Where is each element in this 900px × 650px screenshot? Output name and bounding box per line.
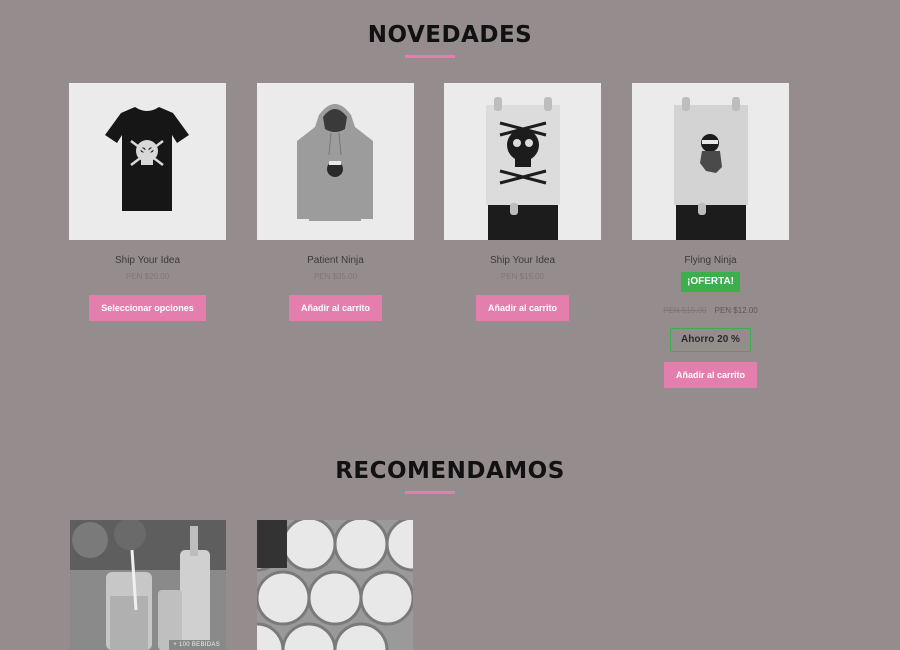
- product-card: Flying Ninja ¡OFERTA! PEN $15.00 PEN $12…: [632, 83, 789, 388]
- product-card: Ship Your Idea PEN $15.00 Añadir al carr…: [444, 83, 601, 321]
- product-card: Patient Ninja PEN $35.00 Añadir al carri…: [257, 83, 414, 321]
- drinks-image[interactable]: + 100 BEBIDAS: [70, 520, 226, 650]
- select-options-button[interactable]: Seleccionar opciones: [89, 295, 206, 321]
- product-price: PEN $12.00: [714, 306, 758, 315]
- tshirt-image[interactable]: [69, 83, 226, 240]
- section-title-novedades: NOVEDADES: [367, 22, 533, 48]
- product-price: PEN $35.00: [313, 272, 358, 281]
- product-name[interactable]: Patient Ninja: [257, 255, 414, 266]
- title-underline: [405, 55, 455, 58]
- add-to-cart-button[interactable]: Añadir al carrito: [475, 295, 570, 321]
- old-price: PEN $15.00: [663, 306, 707, 315]
- hoodie-image[interactable]: [257, 83, 414, 240]
- poster-ninja-image[interactable]: [632, 83, 789, 240]
- section-title-recomendamos: RECOMENDAMOS: [335, 458, 565, 484]
- product-name[interactable]: Ship Your Idea: [69, 255, 226, 266]
- add-to-cart-button[interactable]: Añadir al carrito: [288, 295, 383, 321]
- candles-image[interactable]: [257, 520, 413, 650]
- add-to-cart-button[interactable]: Añadir al carrito: [663, 362, 758, 388]
- recommended-tag: + 100 BEBIDAS: [169, 640, 224, 650]
- sale-prices: PEN $15.00 PEN $12.00: [632, 306, 789, 315]
- title-underline: [405, 491, 455, 494]
- product-price: PEN $15.00: [500, 272, 545, 281]
- product-name[interactable]: Ship Your Idea: [444, 255, 601, 266]
- product-name[interactable]: Flying Ninja: [632, 255, 789, 266]
- product-card: Ship Your Idea PEN $20.00 Seleccionar op…: [69, 83, 226, 321]
- product-price: PEN $20.00: [125, 272, 170, 281]
- savings-badge: Ahorro 20 %: [670, 328, 751, 352]
- sale-badge: ¡OFERTA!: [680, 272, 741, 292]
- poster-skull-image[interactable]: [444, 83, 601, 240]
